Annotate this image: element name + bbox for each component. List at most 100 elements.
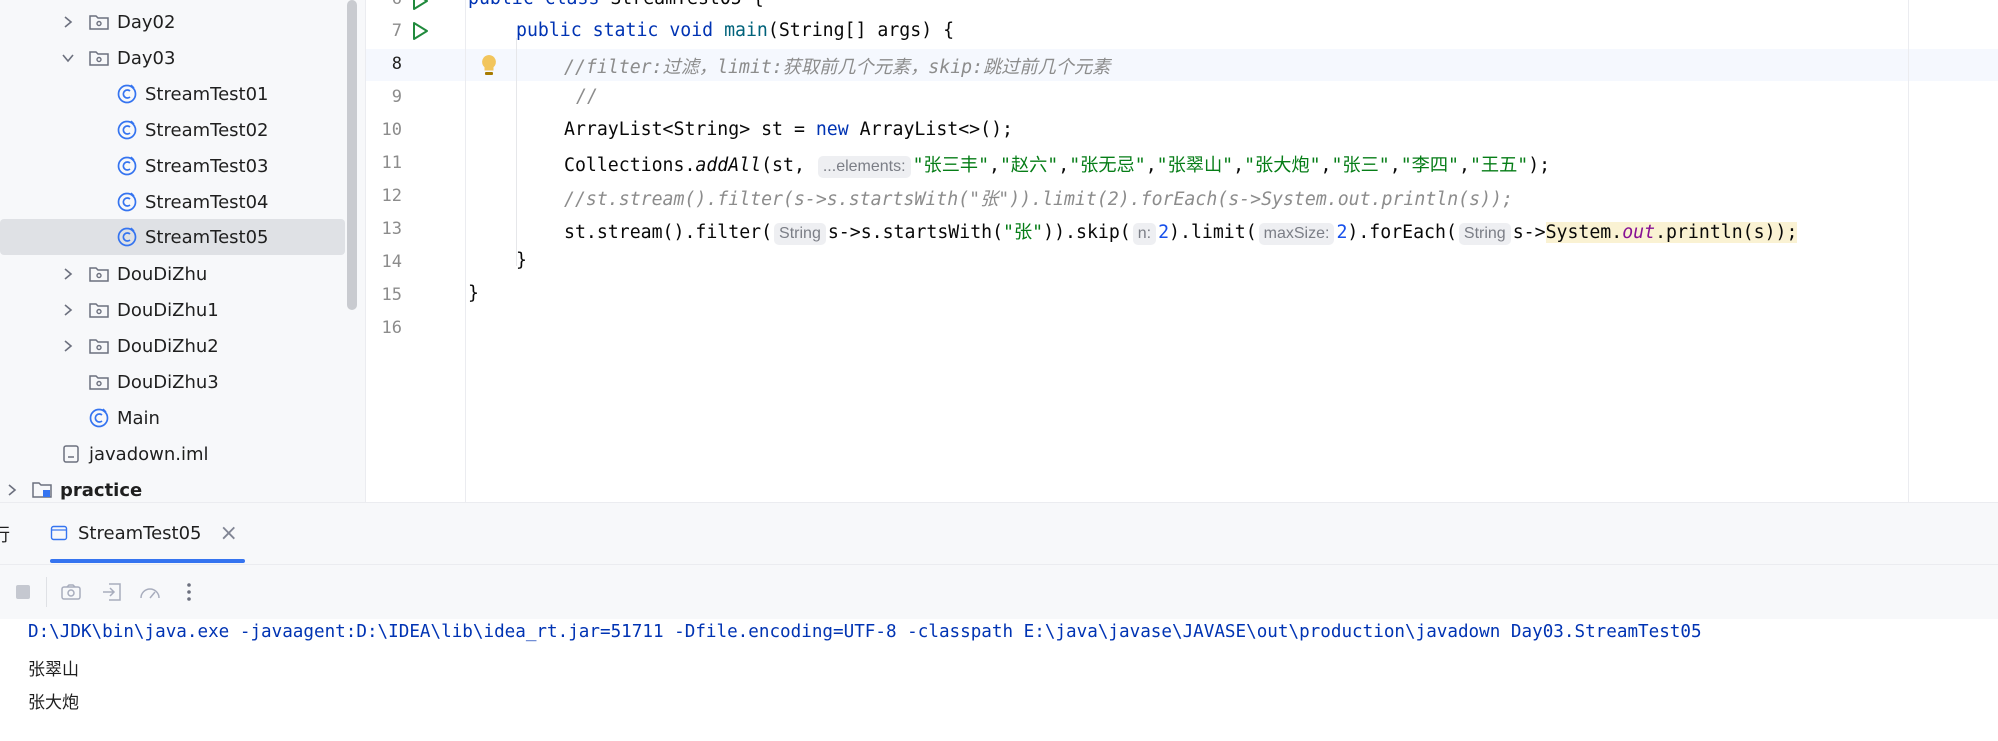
stop-icon[interactable]	[11, 580, 35, 604]
closing-brace: }	[468, 283, 479, 304]
string-literal: "张翠山"	[1156, 155, 1234, 176]
speedometer-icon[interactable]	[138, 580, 162, 604]
camera-icon[interactable]	[59, 580, 83, 604]
tree-item-label: StreamTest02	[145, 119, 269, 141]
code-line-9[interactable]: //	[576, 86, 598, 107]
java-class-icon	[116, 119, 138, 141]
run-tab-label: StreamTest05	[78, 522, 202, 544]
chevron-right-icon[interactable]	[2, 480, 22, 500]
tree-item-doudizhu3[interactable]: DouDiZhu3	[0, 364, 345, 400]
parameter-hint: String	[1458, 223, 1511, 245]
code-text: ArrayList<>();	[848, 119, 1013, 140]
import-icon[interactable]	[100, 580, 124, 604]
separator: ,	[1389, 155, 1401, 176]
package-icon	[88, 47, 110, 69]
chevron-right-icon[interactable]	[58, 12, 78, 32]
string-literal: "张三丰"	[912, 155, 990, 176]
tree-item-label: javadown.iml	[89, 443, 209, 465]
separator: ,	[989, 155, 1000, 176]
chevron-right-icon[interactable]	[58, 264, 78, 284]
java-class-icon	[116, 191, 138, 213]
class-name: StreamTest05 {	[610, 0, 763, 9]
line-number: 12	[381, 186, 402, 206]
code-text: s->s.startsWith(	[827, 222, 1004, 243]
separator: ,	[1145, 155, 1157, 176]
tree-item-streamtest03[interactable]: StreamTest03	[0, 148, 345, 184]
tree-item-doudizhu1[interactable]: DouDiZhu1	[0, 292, 345, 328]
string-literal: "王五"	[1469, 155, 1529, 176]
run-panel-title: 行	[0, 525, 10, 546]
console-output-line: 张翠山	[28, 660, 79, 680]
parameter-hint: n:	[1132, 223, 1157, 245]
chevron-down-icon[interactable]	[58, 48, 78, 68]
tree-item-label: DouDiZhu2	[117, 335, 219, 357]
code-text: System.	[1545, 222, 1623, 243]
keyword: new	[815, 119, 849, 140]
keyword: static	[592, 20, 659, 41]
tree-item-label: Day03	[117, 47, 176, 69]
code-text: );	[1528, 155, 1551, 176]
tree-item-streamtest02[interactable]: StreamTest02	[0, 112, 345, 148]
chevron-right-icon[interactable]	[58, 300, 78, 320]
code-line-7[interactable]: public static void main(String[] args) {	[516, 20, 954, 41]
tree-item-label: StreamTest01	[145, 83, 269, 105]
java-class-icon	[88, 407, 110, 429]
more-icon[interactable]	[177, 580, 201, 604]
right-margin-guide	[1908, 0, 1909, 502]
run-panel-header	[0, 502, 1998, 565]
comment: //	[576, 86, 598, 107]
code-text: ).forEach(	[1347, 222, 1457, 243]
string-literal: "赵六"	[999, 155, 1059, 176]
closing-brace: }	[516, 250, 527, 271]
separator: ,	[1058, 155, 1070, 176]
close-icon[interactable]: ×	[219, 521, 237, 546]
comment: //filter:过滤，limit:获取前几个元素，skip:跳过前几个元素	[564, 57, 1111, 78]
console-command-line: D:\JDK\bin\java.exe -javaagent:D:\IDEA\l…	[28, 622, 1702, 642]
tree-item-streamtest05[interactable]: StreamTest05	[0, 219, 345, 255]
run-toolbar	[0, 564, 1998, 620]
package-icon	[88, 299, 110, 321]
code-line-6[interactable]: public class StreamTest05 {	[468, 0, 764, 9]
tree-item-day03[interactable]: Day03	[0, 40, 345, 76]
code-text: )).skip(	[1043, 222, 1131, 243]
chevron-right-icon[interactable]	[58, 336, 78, 356]
run-main-icon[interactable]	[409, 20, 431, 42]
lightbulb-icon[interactable]	[478, 53, 500, 77]
code-line-10[interactable]: ArrayList<String> st = new ArrayList<>()…	[564, 119, 1013, 140]
code-line-14[interactable]: }	[516, 250, 527, 271]
code-line-15[interactable]: }	[468, 283, 479, 304]
console-output-line: 张大炮	[28, 693, 79, 713]
tree-item-main[interactable]: Main	[0, 400, 345, 436]
tree-item-label: Main	[117, 407, 160, 429]
method-name: main	[724, 20, 768, 41]
tree-item-javadown-iml[interactable]: javadown.iml	[0, 436, 345, 472]
string-literal: "张大炮"	[1244, 155, 1321, 176]
run-tab-streamtest05[interactable]: StreamTest05 ×	[50, 512, 238, 554]
tree-item-practice[interactable]: practice	[0, 472, 345, 502]
tree-item-streamtest01[interactable]: StreamTest01	[0, 76, 345, 112]
keyword: class	[545, 0, 600, 9]
separator: ,	[1233, 155, 1245, 176]
gutter-separator	[465, 0, 466, 502]
code-text: s->	[1512, 222, 1546, 243]
line-number: 11	[381, 153, 402, 173]
line-number: 7	[391, 21, 402, 41]
code-line-11[interactable]: Collections.addAll(st, ...elements: "张三丰"…	[564, 151, 1550, 178]
line-number: 14	[381, 252, 402, 272]
tree-item-day02[interactable]: Day02	[0, 4, 345, 40]
code-line-13[interactable]: st.stream().filter(String s->s.startsWith…	[564, 218, 1798, 245]
code-line-12[interactable]: //st.stream().filter(s->s.startsWith("张"…	[564, 185, 1513, 211]
tree-item-streamtest04[interactable]: StreamTest04	[0, 184, 345, 220]
package-icon	[88, 263, 110, 285]
run-class-icon[interactable]	[409, 0, 431, 12]
string-literal: "李四"	[1400, 155, 1459, 176]
keyword: void	[669, 20, 714, 41]
code-text: ArrayList<String> st =	[564, 119, 816, 140]
tree-item-doudizhu[interactable]: DouDiZhu	[0, 256, 345, 292]
console-output[interactable]: D:\JDK\bin\java.exe -javaagent:D:\IDEA\l…	[0, 619, 1998, 741]
code-line-8[interactable]: //filter:过滤，limit:获取前几个元素，skip:跳过前几个元素	[564, 53, 1110, 79]
toolbar-separator	[46, 577, 47, 607]
tree-item-doudizhu2[interactable]: DouDiZhu2	[0, 328, 345, 364]
line-number: 13	[381, 219, 402, 239]
active-tab-indicator	[50, 559, 245, 563]
